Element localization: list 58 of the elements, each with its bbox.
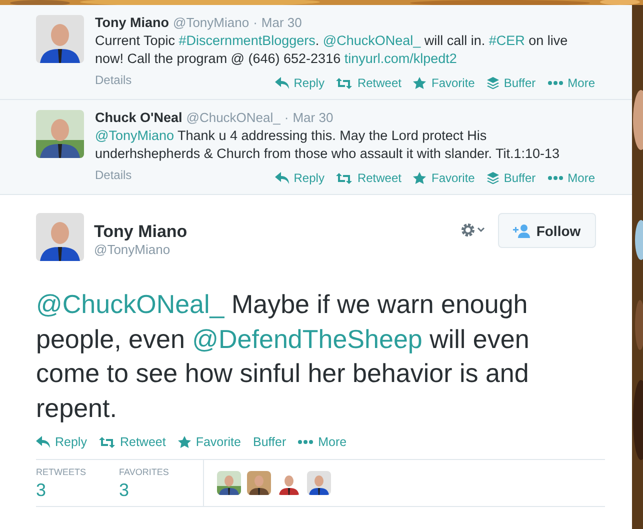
retweet-link[interactable]: Retweet: [98, 435, 166, 449]
user-name[interactable]: Chuck O'Neal: [95, 110, 182, 125]
user-name[interactable]: Tony Miano: [94, 222, 188, 242]
star-icon: [413, 77, 426, 89]
tweet-link[interactable]: @ChuckONeal_: [322, 33, 421, 48]
buffer-link[interactable]: Buffer: [486, 76, 536, 90]
stat-label: RETWEETS: [36, 467, 88, 477]
retweet-icon: [98, 436, 115, 448]
favorite-link[interactable]: Favorite: [178, 435, 241, 449]
tweet-link[interactable]: @TonyMiano: [95, 128, 174, 143]
tweet-time[interactable]: Mar 30: [261, 15, 302, 30]
user-handle: @ChuckONeal_: [186, 110, 280, 125]
reply-icon: [274, 172, 289, 184]
user-handle: @TonyMiano: [173, 15, 250, 30]
reply-link[interactable]: Reply: [36, 435, 87, 449]
stat-label: FAVORITES: [119, 467, 170, 477]
more-link[interactable]: More: [548, 171, 595, 185]
user-name[interactable]: Tony Miano: [95, 15, 169, 30]
separator: ·: [253, 15, 258, 30]
more-link[interactable]: More: [298, 435, 347, 449]
more-icon: [548, 81, 563, 85]
details-link[interactable]: Details: [95, 73, 132, 87]
tweet-link[interactable]: #CER: [488, 33, 525, 48]
settings-icon[interactable]: [460, 222, 486, 238]
retweet-icon: [336, 172, 352, 184]
add-user-icon: [513, 224, 532, 238]
user-handle: @TonyMiano: [94, 242, 172, 257]
retweet-icon: [336, 78, 352, 88]
reply-icon: [274, 77, 289, 89]
retweet-link[interactable]: Retweet: [336, 76, 402, 90]
details-link[interactable]: Details: [95, 168, 132, 182]
tweet-link[interactable]: tinyurl.com/klpedt2: [344, 51, 457, 66]
follow-button[interactable]: Follow: [498, 213, 596, 248]
reply-icon: [36, 436, 50, 448]
more-icon: [298, 440, 314, 444]
stat-count[interactable]: 3: [36, 480, 119, 501]
layers-icon: [486, 77, 499, 89]
more-link[interactable]: More: [548, 76, 595, 90]
star-icon: [178, 436, 191, 448]
tweet-text: @ChuckONeal_ Maybe if we warn enough people, even @DefendTheSheep will even come to see how sinful her behavior is and repent.: [36, 288, 530, 424]
separator: ·: [284, 110, 289, 125]
favorite-link[interactable]: Favorite: [413, 76, 475, 90]
stat-count[interactable]: 3: [119, 480, 202, 501]
tweet-link[interactable]: #DiscernmentBloggers: [178, 33, 316, 48]
tweet-link[interactable]: @ChuckONeal_: [36, 289, 224, 319]
buffer-link[interactable]: Buffer: [486, 171, 536, 185]
buffer-link[interactable]: Buffer: [252, 435, 286, 449]
retweet-link[interactable]: Retweet: [336, 171, 402, 185]
tweet-text: Current Topic #DiscernmentBloggers. @ChuckONeal_ will call in. #CER on live now! Call the program @ (646) 652-2316 tinyurl.com/klpedt2: [95, 32, 569, 68]
reply-link[interactable]: Reply: [274, 171, 324, 185]
tweet-time[interactable]: Mar 30: [292, 110, 334, 125]
layers-icon: [486, 172, 499, 184]
star-icon: [413, 172, 426, 184]
more-icon: [548, 176, 563, 180]
reply-link[interactable]: Reply: [274, 76, 324, 90]
tweet-link[interactable]: @DefendTheSheep: [192, 324, 422, 354]
tweet-text: @TonyMiano Thank u 4 addressing this. May the Lord protect His underhshepherds & Church from those who assault it with slander. Tit.1:10-13: [95, 127, 561, 163]
favorite-link[interactable]: Favorite: [413, 171, 475, 185]
